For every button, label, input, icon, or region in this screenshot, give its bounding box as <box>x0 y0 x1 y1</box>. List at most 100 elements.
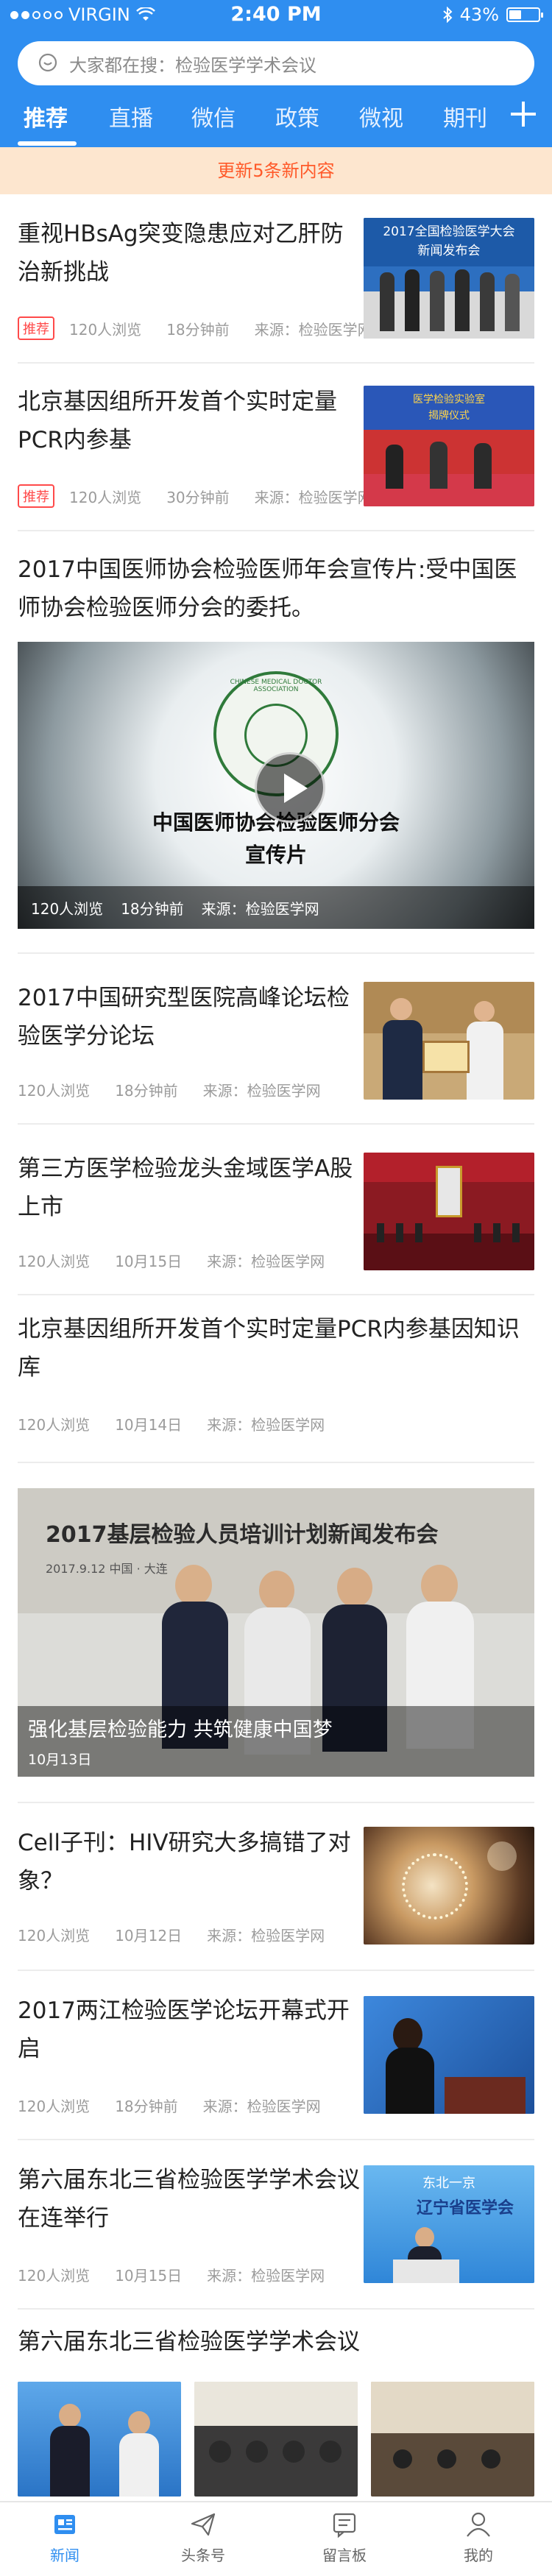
article-meta: 120人浏览 10月15日 来源：检验医学网 <box>18 1250 350 1271</box>
search-placeholder: 大家都在搜：检验医学学术会议 <box>69 54 316 76</box>
search-bar[interactable]: 大家都在搜：检验医学学术会议 <box>18 41 534 85</box>
recommend-tag: 推荐 <box>18 484 54 508</box>
article-meta: 120人浏览 18分钟前 来源：检验医学网 <box>18 1079 346 1100</box>
play-button-icon[interactable] <box>255 752 325 823</box>
divider <box>18 362 534 364</box>
article-title: 2017两江检验医学论坛开幕式开启 <box>18 1998 350 2062</box>
article-title: 重视HBsAg突变隐患应对乙肝防治新挑战 <box>18 221 344 286</box>
nav-message-board[interactable]: 留言板 <box>300 2510 389 2565</box>
article-meta: 120人浏览 10月15日 来源：检验医学网 <box>18 2264 350 2285</box>
view-count: 120人浏览 <box>69 488 142 506</box>
tab-recommend[interactable]: 推荐 <box>24 100 68 132</box>
article-title: 2017中国研究型医院高峰论坛检验医学分论坛 <box>18 985 350 1050</box>
view-count: 120人浏览 <box>18 1416 91 1434</box>
tab-journal[interactable]: 期刊 <box>443 100 487 132</box>
nav-label: 我的 <box>464 2547 493 2564</box>
source-label: 来源：检验医学网 <box>254 320 372 339</box>
publish-time: 10月15日 <box>115 2267 183 2285</box>
view-count: 120人浏览 <box>69 320 142 339</box>
article-thumbnail: 医学检验实验室 揭牌仪式 <box>364 386 534 506</box>
add-tab-icon[interactable] <box>511 102 536 127</box>
tab-policy[interactable]: 政策 <box>275 100 319 132</box>
featured-photo-article[interactable]: 2017基层检验人员培训计划新闻发布会 2017.9.12 中国 · 大连 强化… <box>18 1488 534 1777</box>
article-thumbnail <box>364 982 534 1100</box>
battery-percent: 43% <box>459 4 499 25</box>
divider <box>18 1462 534 1463</box>
view-count: 120人浏览 <box>18 1082 91 1100</box>
tab-live[interactable]: 直播 <box>109 100 153 132</box>
video-overlay-subtitle: 宣传片 <box>244 843 307 867</box>
featured-caption: 强化基层检验能力 共筑健康中国梦 10月13日 <box>18 1706 534 1777</box>
bluetooth-icon <box>442 7 453 23</box>
view-count: 120人浏览 <box>18 2267 91 2285</box>
source-label: 来源：检验医学网 <box>207 1416 325 1434</box>
nav-label: 留言板 <box>322 2547 367 2564</box>
nav-headline[interactable]: 头条号 <box>159 2510 247 2565</box>
source-label: 来源：检验医学网 <box>202 1082 321 1100</box>
seal-text: CHINESE MEDICAL DOCTOR ASSOCIATION <box>230 679 322 693</box>
gallery-image-3[interactable] <box>371 2382 534 2497</box>
article-title: 北京基因组所开发首个实时定量PCR内参基 <box>18 389 337 453</box>
publish-time: 10月15日 <box>115 1253 183 1270</box>
banner-subtitle: 2017.9.12 中国 · 大连 <box>46 1562 168 1576</box>
article-meta: 推荐 120人浏览 18分钟前 来源：检验医学网 <box>18 316 397 340</box>
gallery-title: 第六届东北三省检验医学学术会议 <box>18 2329 360 2355</box>
video-thumbnail[interactable]: CHINESE MEDICAL DOCTOR ASSOCIATION 中国医师协… <box>18 642 534 929</box>
article-title: 第三方医学检验龙头金域医学A股上市 <box>18 1156 353 1220</box>
publish-time: 10月14日 <box>115 1416 183 1434</box>
article-title: 第六届东北三省检验医学学术会议在连举行 <box>18 2167 360 2232</box>
nav-label: 新闻 <box>50 2547 79 2564</box>
status-bar: VIRGIN 2:40 PM 43% <box>0 0 552 31</box>
nav-news[interactable]: 新闻 <box>21 2510 109 2565</box>
tab-microvideo[interactable]: 微视 <box>359 100 403 132</box>
update-notice: 更新5条新内容 <box>0 147 552 194</box>
divider <box>18 2139 534 2140</box>
news-icon <box>54 2515 75 2534</box>
source-label: 来源：检验医学网 <box>207 1927 325 1945</box>
search-chat-icon <box>38 53 57 72</box>
article-meta: 120人浏览 18分钟前 来源：检验医学网 <box>18 2095 346 2116</box>
bottom-navigation: 新闻 头条号 留言板 我的 <box>0 2501 552 2576</box>
article-thumbnail <box>364 1827 534 1945</box>
article-title: 2017中国医师协会检验医师年会宣传片:受中国医师协会检验医师分会的委托。 <box>18 556 517 621</box>
nav-me[interactable]: 我的 <box>434 2510 523 2565</box>
publish-time: 18分钟前 <box>166 320 230 339</box>
publish-time: 18分钟前 <box>115 1082 178 1100</box>
nav-label: 头条号 <box>181 2547 225 2564</box>
paper-plane-icon <box>191 2513 216 2536</box>
active-tab-indicator <box>18 141 77 146</box>
divider <box>18 530 534 531</box>
divider <box>18 1294 534 1295</box>
article-thumbnail <box>364 1153 534 1270</box>
view-count: 120人浏览 <box>18 1253 91 1270</box>
article-meta: 120人浏览 10月12日 来源：检验医学网 <box>18 1924 350 1945</box>
source-label: 来源：检验医学网 <box>207 1253 325 1270</box>
divider <box>18 2308 534 2310</box>
article-meta: 推荐 120人浏览 30分钟前 来源：检验医学网 <box>18 484 397 508</box>
view-count: 120人浏览 <box>31 899 104 918</box>
gallery-image-1[interactable] <box>18 2382 181 2497</box>
article-meta: 120人浏览 10月14日 来源：检验医学网 <box>18 1413 350 1434</box>
publish-time: 10月12日 <box>115 1927 183 1945</box>
recommend-tag: 推荐 <box>18 316 54 340</box>
article-thumbnail <box>364 1996 534 2114</box>
divider <box>18 1123 534 1125</box>
article-title: 北京基因组所开发首个实时定量PCR内参基因知识库 <box>18 1316 520 1381</box>
user-icon <box>467 2512 490 2537</box>
gallery-image-2[interactable] <box>194 2382 358 2497</box>
publish-time: 18分钟前 <box>121 899 184 918</box>
banner-title: 2017基层检验人员培训计划新闻发布会 <box>46 1522 439 1548</box>
article-title: 强化基层检验能力 共筑健康中国梦 <box>28 1719 333 1741</box>
source-label: 来源：检验医学网 <box>207 2267 325 2285</box>
view-count: 120人浏览 <box>18 1927 91 1945</box>
source-label: 来源：检验医学网 <box>201 899 319 918</box>
video-meta: 120人浏览 18分钟前 来源：检验医学网 <box>18 886 534 929</box>
divider <box>18 1802 534 1803</box>
message-board-icon <box>333 2513 356 2538</box>
tab-wechat[interactable]: 微信 <box>191 100 236 132</box>
category-tabs: 推荐 直播 微信 政策 微视 期刊 <box>0 94 552 147</box>
source-label: 来源：检验医学网 <box>254 488 372 506</box>
app-header: VIRGIN 2:40 PM 43% 大家都在搜：检验医学学术会议 推荐 直播 … <box>0 0 552 147</box>
article-title: Cell子刊：HIV研究大多搞错了对象？ <box>18 1830 351 1894</box>
source-label: 来源：检验医学网 <box>202 2098 321 2115</box>
